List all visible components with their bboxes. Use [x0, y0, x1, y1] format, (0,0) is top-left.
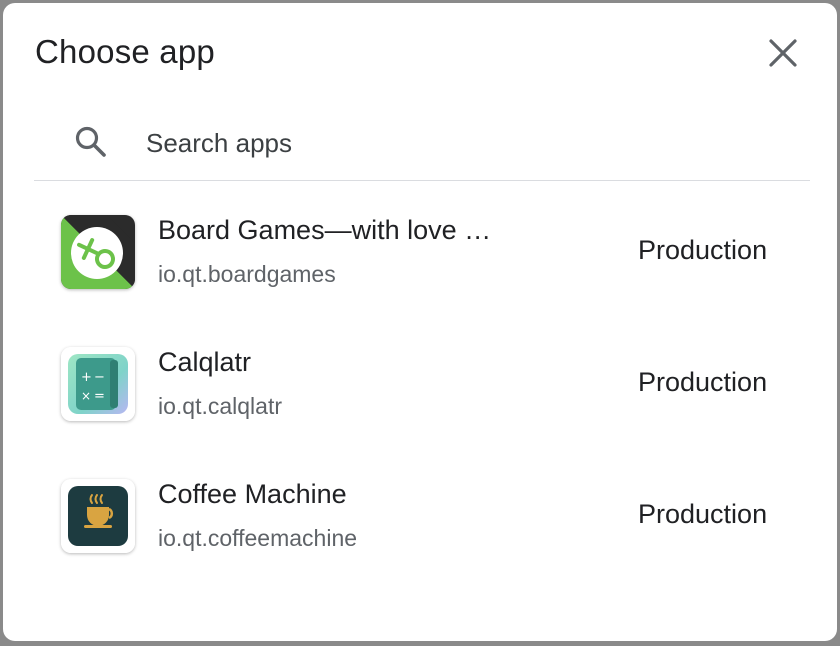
search-input[interactable]: [142, 123, 790, 163]
close-button[interactable]: [763, 33, 803, 73]
choose-app-dialog: Choose app Search apps Board Games—with …: [3, 3, 837, 641]
app-release-track: Production: [638, 499, 768, 529]
app-name: Board Games—with love …: [158, 215, 492, 245]
calculator-app-icon: + − × =: [61, 347, 135, 421]
search-icon: [75, 126, 106, 157]
app-package-name: io.qt.calqlatr: [158, 393, 283, 419]
app-row-calqlatr[interactable]: + − × = Calqlatr io.qt.calqlatr Producti…: [3, 335, 837, 467]
app-name: Calqlatr: [158, 347, 252, 377]
svg-text:+: +: [81, 370, 92, 385]
dialog-title: Choose app: [35, 33, 215, 70]
app-package-name: io.qt.boardgames: [158, 261, 336, 287]
search-bar: [34, 115, 810, 181]
coffee-cup-app-icon: [61, 479, 135, 553]
app-name: Coffee Machine: [158, 479, 347, 509]
app-row-coffee-machine[interactable]: Coffee Machine io.qt.coffeemachine Produ…: [3, 467, 837, 599]
app-release-track: Production: [638, 367, 768, 397]
app-row-board-games[interactable]: Board Games—with love … io.qt.boardgames…: [3, 203, 837, 335]
board-games-app-icon: [61, 215, 135, 289]
app-package-name: io.qt.coffeemachine: [158, 525, 358, 551]
svg-text:=: =: [94, 389, 105, 404]
svg-text:−: −: [94, 370, 105, 385]
close-icon: [769, 39, 797, 67]
app-release-track: Production: [638, 235, 768, 265]
svg-text:×: ×: [81, 389, 91, 403]
